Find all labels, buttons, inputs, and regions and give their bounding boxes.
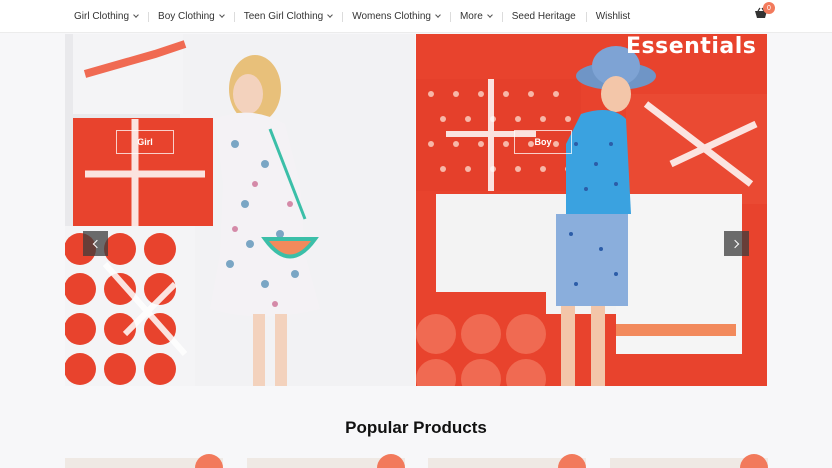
cart-button[interactable]: 0 xyxy=(754,2,775,23)
caret-down-icon xyxy=(133,12,139,18)
cart-count-badge: 0 xyxy=(763,2,775,14)
shop-boy-button[interactable]: Boy xyxy=(514,130,572,154)
chevron-right-icon xyxy=(730,239,740,248)
nav-item-label: Seed Heritage xyxy=(511,11,576,22)
boy-banner[interactable]: Essentials Boy xyxy=(416,34,767,386)
nav-item-label: More xyxy=(459,11,483,22)
chevron-left-icon xyxy=(92,239,102,248)
product-card[interactable] xyxy=(610,454,768,468)
nav-item-boy-clothing[interactable]: Boy Clothing xyxy=(148,0,234,33)
nav-item-label: Womens Clothing xyxy=(352,11,431,22)
product-card[interactable] xyxy=(247,454,405,468)
caret-down-icon xyxy=(486,12,493,18)
product-card[interactable] xyxy=(65,454,223,468)
nav-item-label: Boy Clothing xyxy=(158,11,215,22)
top-navigation-bar: Girl Clothing Boy Clothing Teen Girl Clo… xyxy=(0,0,832,33)
nav-item-teen-girl-clothing[interactable]: Teen Girl Clothing xyxy=(233,0,342,33)
boy-banner-link[interactable]: Essentials Boy xyxy=(416,34,767,386)
slider-prev-button[interactable] xyxy=(83,231,108,256)
sale-badge xyxy=(740,454,768,468)
caret-down-icon xyxy=(327,12,334,18)
banner-headline: Essentials xyxy=(626,34,757,59)
slider-next-button[interactable] xyxy=(724,231,749,256)
shop-girl-button[interactable]: Girl xyxy=(116,130,174,154)
caret-down-icon xyxy=(218,12,225,18)
caret-down-icon xyxy=(435,12,441,18)
popular-products-title: Popular Products xyxy=(345,418,487,437)
nav-item-girl-clothing[interactable]: Girl Clothing xyxy=(64,0,148,33)
girl-banner[interactable]: Girl xyxy=(65,34,415,386)
sale-badge xyxy=(377,454,405,468)
nav-item-label: Teen Girl Clothing xyxy=(243,11,324,22)
girl-banner-link[interactable]: Girl xyxy=(65,34,415,386)
girl-banner-image xyxy=(65,34,415,386)
nav-item-womens-clothing[interactable]: Womens Clothing xyxy=(342,0,450,33)
nav-item-more[interactable]: More xyxy=(449,0,502,33)
nav-item-label: Wishlist xyxy=(595,11,631,22)
sale-badge xyxy=(195,454,223,468)
main-nav: Girl Clothing Boy Clothing Teen Girl Clo… xyxy=(64,0,640,33)
product-card[interactable] xyxy=(428,454,586,468)
nav-item-label: Girl Clothing xyxy=(74,11,130,22)
boy-banner-image xyxy=(416,34,767,386)
nav-item-wishlist[interactable]: Wishlist xyxy=(585,0,640,33)
sale-badge xyxy=(558,454,586,468)
nav-item-seed-heritage[interactable]: Seed Heritage xyxy=(501,0,586,33)
